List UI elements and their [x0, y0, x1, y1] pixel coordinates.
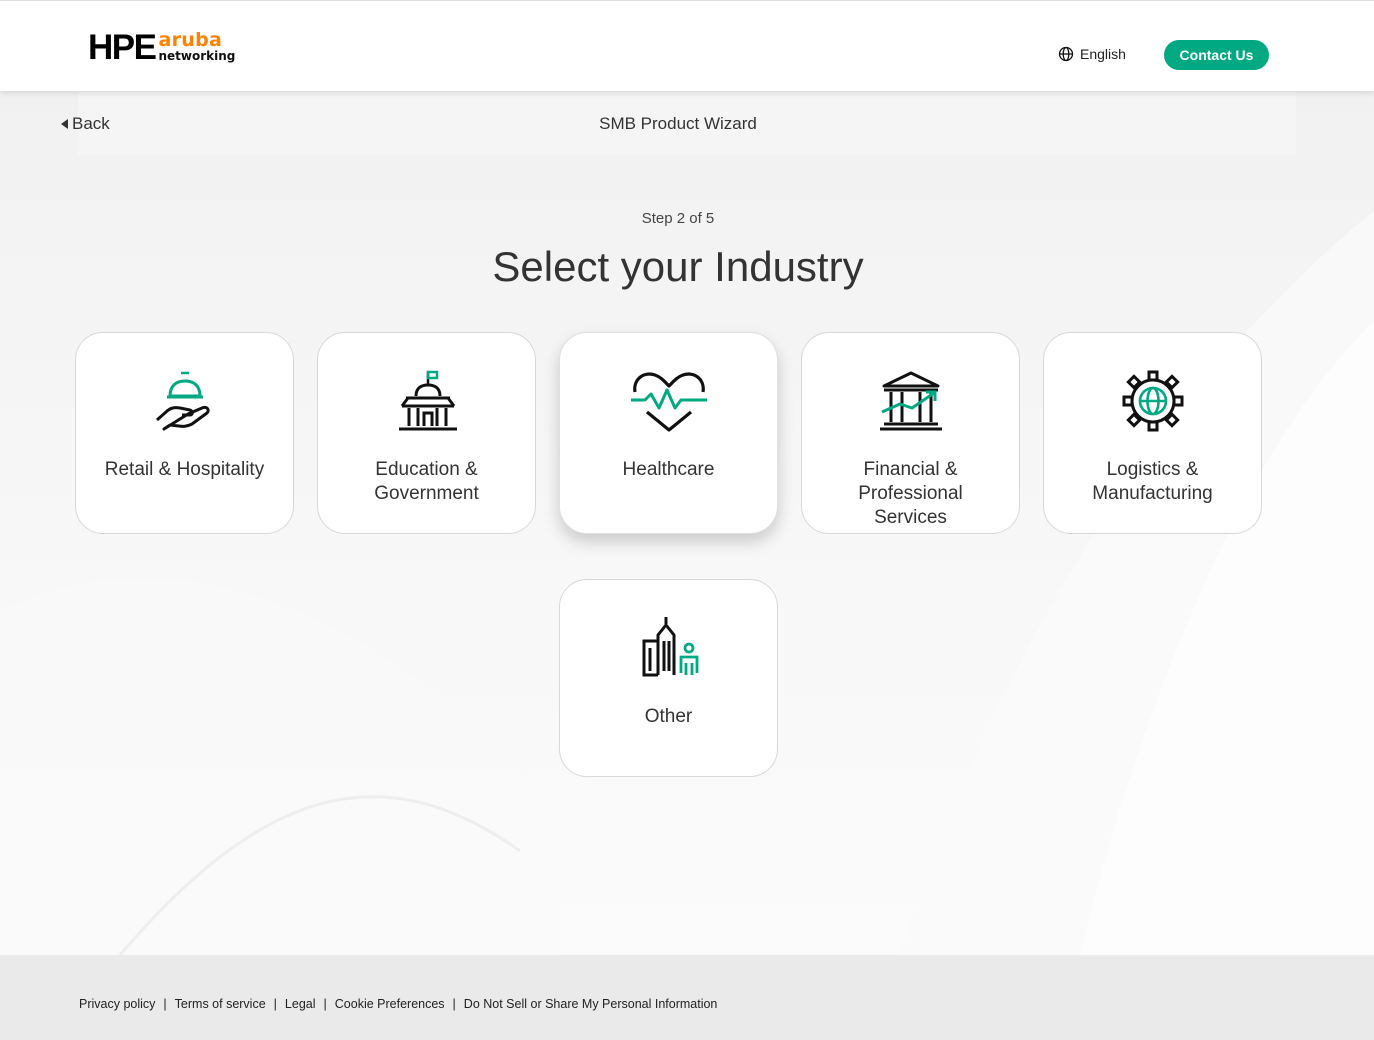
privacy-policy-link[interactable]: Privacy policy — [79, 997, 155, 1011]
cookie-preferences-link[interactable]: Cookie Preferences — [335, 997, 445, 1011]
city-person-icon — [642, 617, 698, 677]
bank-growth-icon — [879, 371, 942, 431]
globe-gear-icon — [1122, 370, 1183, 432]
logo-aruba-text: aruba — [158, 28, 223, 51]
heartbeat-icon — [630, 372, 707, 432]
hpe-aruba-logo[interactable]: HPE aruba networking — [88, 27, 235, 67]
terms-of-service-link[interactable]: Terms of service — [175, 997, 266, 1011]
logo-hpe-text: HPE — [88, 27, 157, 67]
legal-link[interactable]: Legal — [285, 997, 316, 1011]
industry-label: Financial & Professional Services — [858, 459, 963, 528]
footer-separator: | — [452, 997, 456, 1011]
industry-label: Healthcare — [622, 459, 715, 480]
industry-card-financial[interactable]: Financial & Professional Services — [801, 332, 1020, 534]
footer-separator: | — [323, 997, 327, 1011]
industry-card-retail[interactable]: Retail & Hospitality — [75, 332, 294, 534]
industry-card-healthcare[interactable]: Healthcare — [559, 332, 778, 534]
government-building-icon — [398, 370, 457, 431]
industry-label: Retail & Hospitality — [104, 459, 265, 480]
service-bell-hand-icon — [155, 371, 210, 431]
wizard-title: SMB Product Wizard — [599, 114, 757, 133]
logo-networking-text: networking — [158, 48, 236, 63]
language-selector[interactable]: English — [1058, 46, 1126, 62]
footer-links: Privacy policy | Terms of service | Lega… — [79, 997, 717, 1011]
footer-separator: | — [273, 997, 277, 1011]
footer-separator: | — [163, 997, 167, 1011]
industry-card-education[interactable]: Education & Government — [317, 332, 536, 534]
industry-label: Logistics & Manufacturing — [1092, 459, 1213, 504]
contact-us-button[interactable]: Contact Us — [1164, 40, 1269, 70]
site-footer: Privacy policy | Terms of service | Lega… — [0, 955, 1374, 1040]
industry-card-other[interactable]: Other — [559, 579, 778, 777]
do-not-sell-link[interactable]: Do Not Sell or Share My Personal Informa… — [464, 997, 718, 1011]
language-label: English — [1080, 46, 1126, 62]
site-header: HPE aruba networking English Contact Us — [0, 0, 1374, 91]
industry-card-logistics[interactable]: Logistics & Manufacturing — [1043, 332, 1262, 534]
globe-icon — [1058, 46, 1074, 62]
industry-label: Education & Government — [374, 459, 479, 504]
industry-label: Other — [644, 706, 693, 727]
page-title: Select your Industry — [492, 243, 864, 290]
step-indicator: Step 2 of 5 — [641, 210, 715, 227]
